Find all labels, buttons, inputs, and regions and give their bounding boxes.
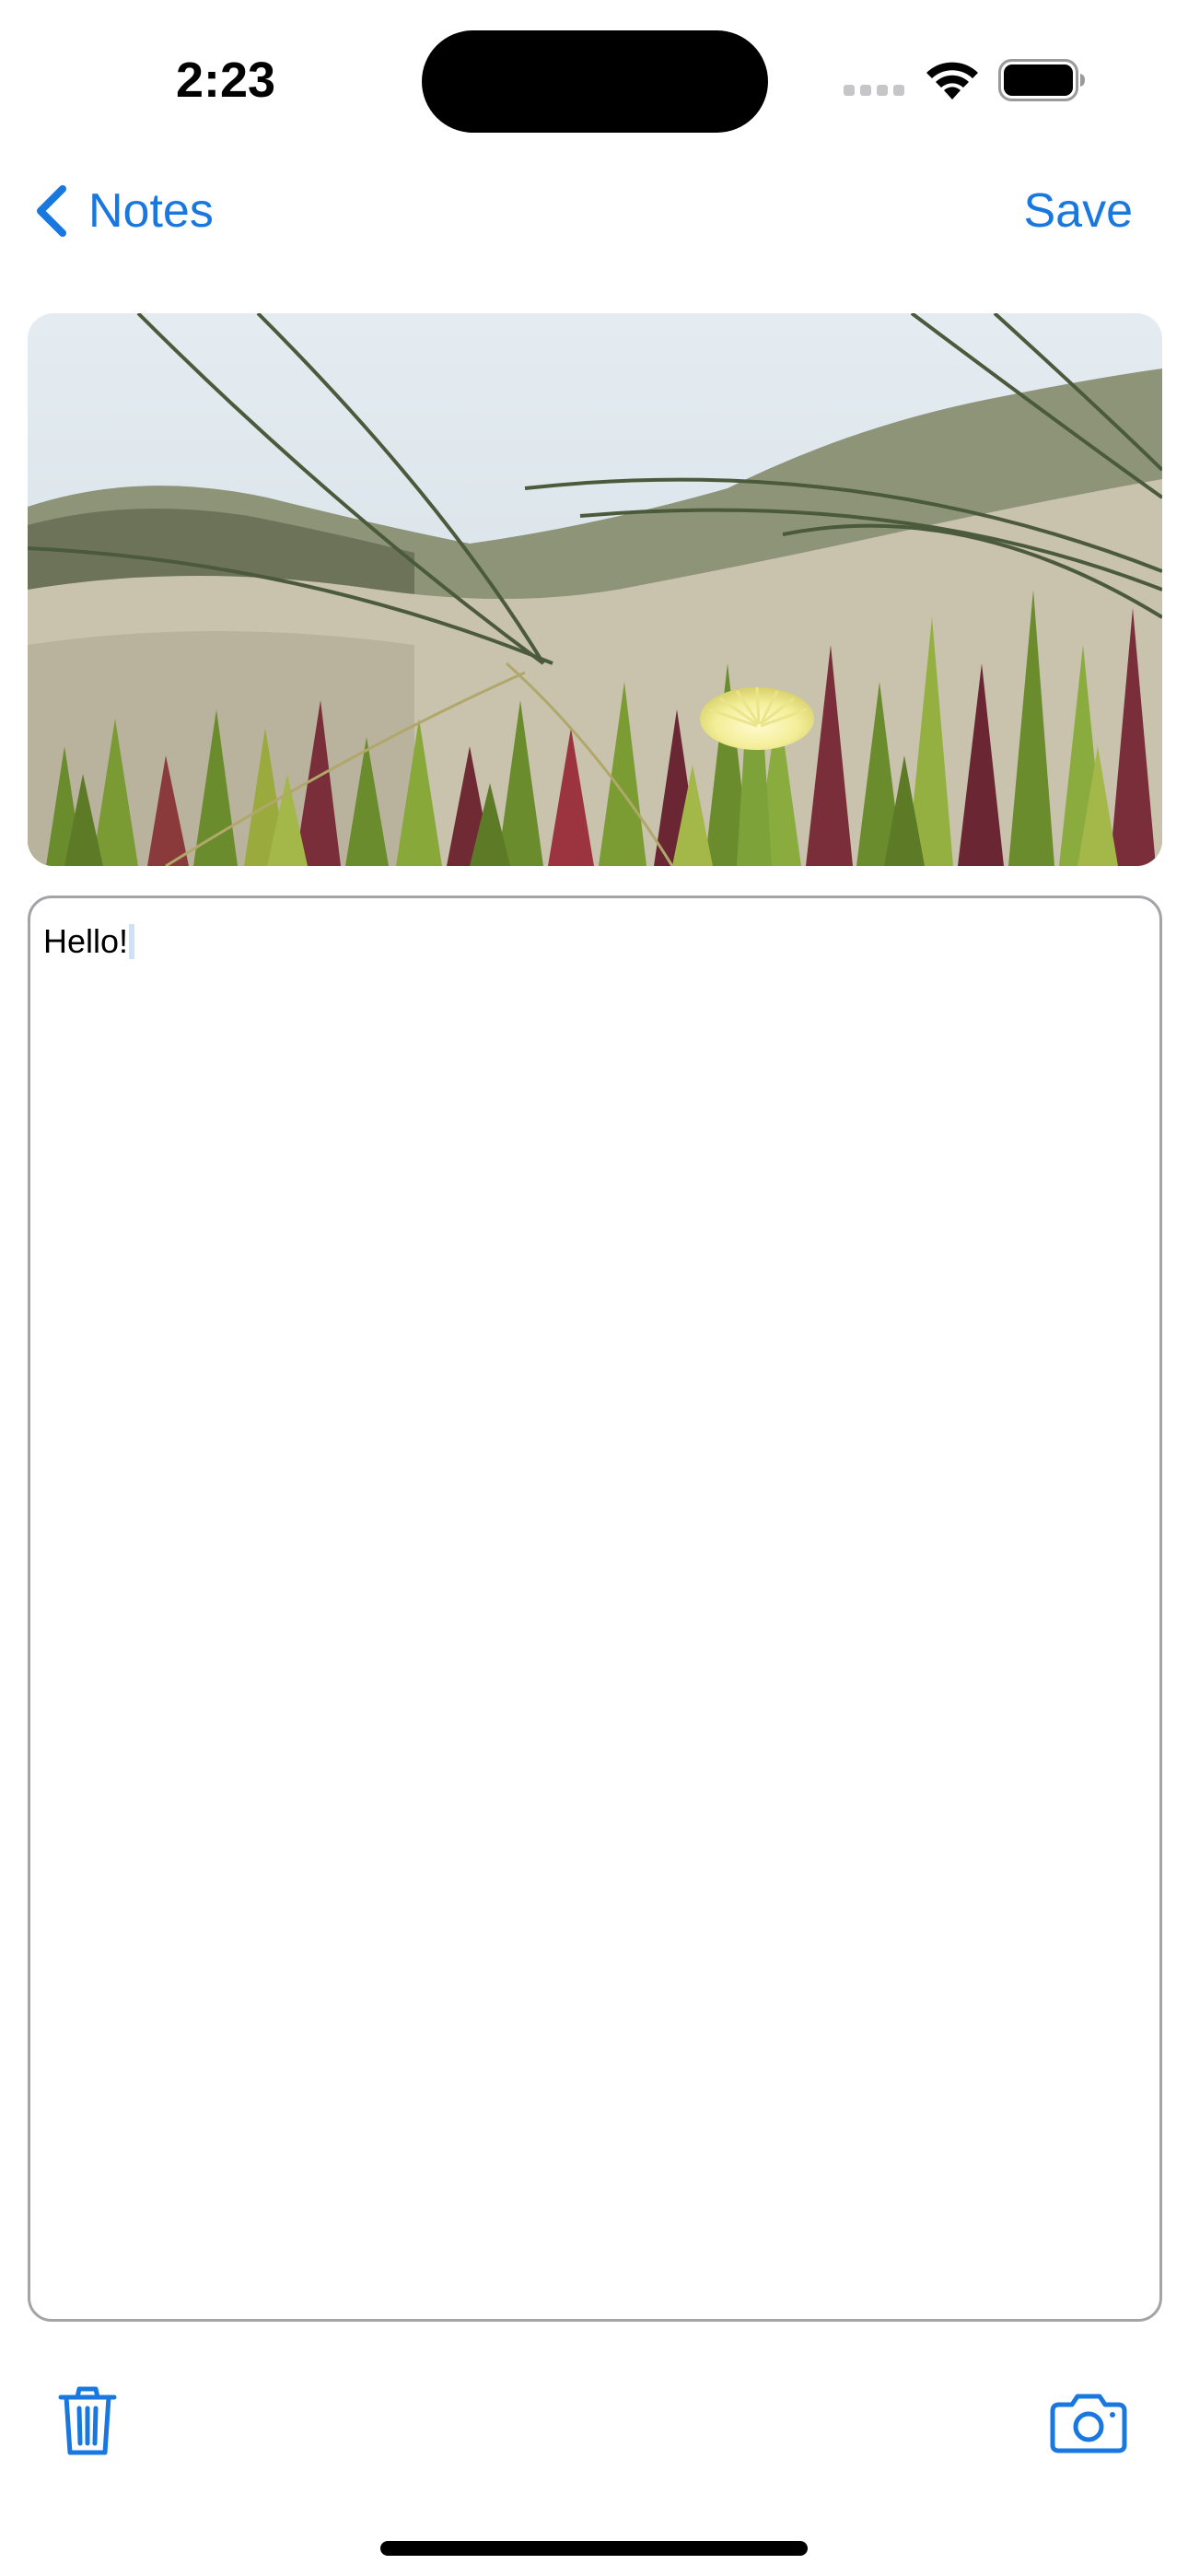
trash-icon[interactable] (57, 2384, 118, 2458)
back-button[interactable]: Notes (33, 177, 214, 245)
camera-icon[interactable] (1050, 2392, 1127, 2454)
text-cursor (129, 924, 135, 959)
dynamic-island (422, 30, 768, 133)
back-button-label: Notes (88, 184, 214, 238)
home-indicator (380, 2541, 808, 2556)
signal-bars-icon (844, 85, 906, 98)
note-photo (28, 313, 1162, 866)
battery-full-icon (998, 59, 1085, 101)
chevron-left-icon (37, 185, 66, 237)
status-time: 2:23 (175, 53, 276, 108)
note-text-value: Hello! (43, 922, 129, 960)
save-button[interactable]: Save (1023, 177, 1133, 245)
wifi-icon (926, 62, 978, 100)
note-text-area[interactable]: Hello! (28, 896, 1162, 2322)
note-text-content: Hello! (43, 920, 135, 963)
